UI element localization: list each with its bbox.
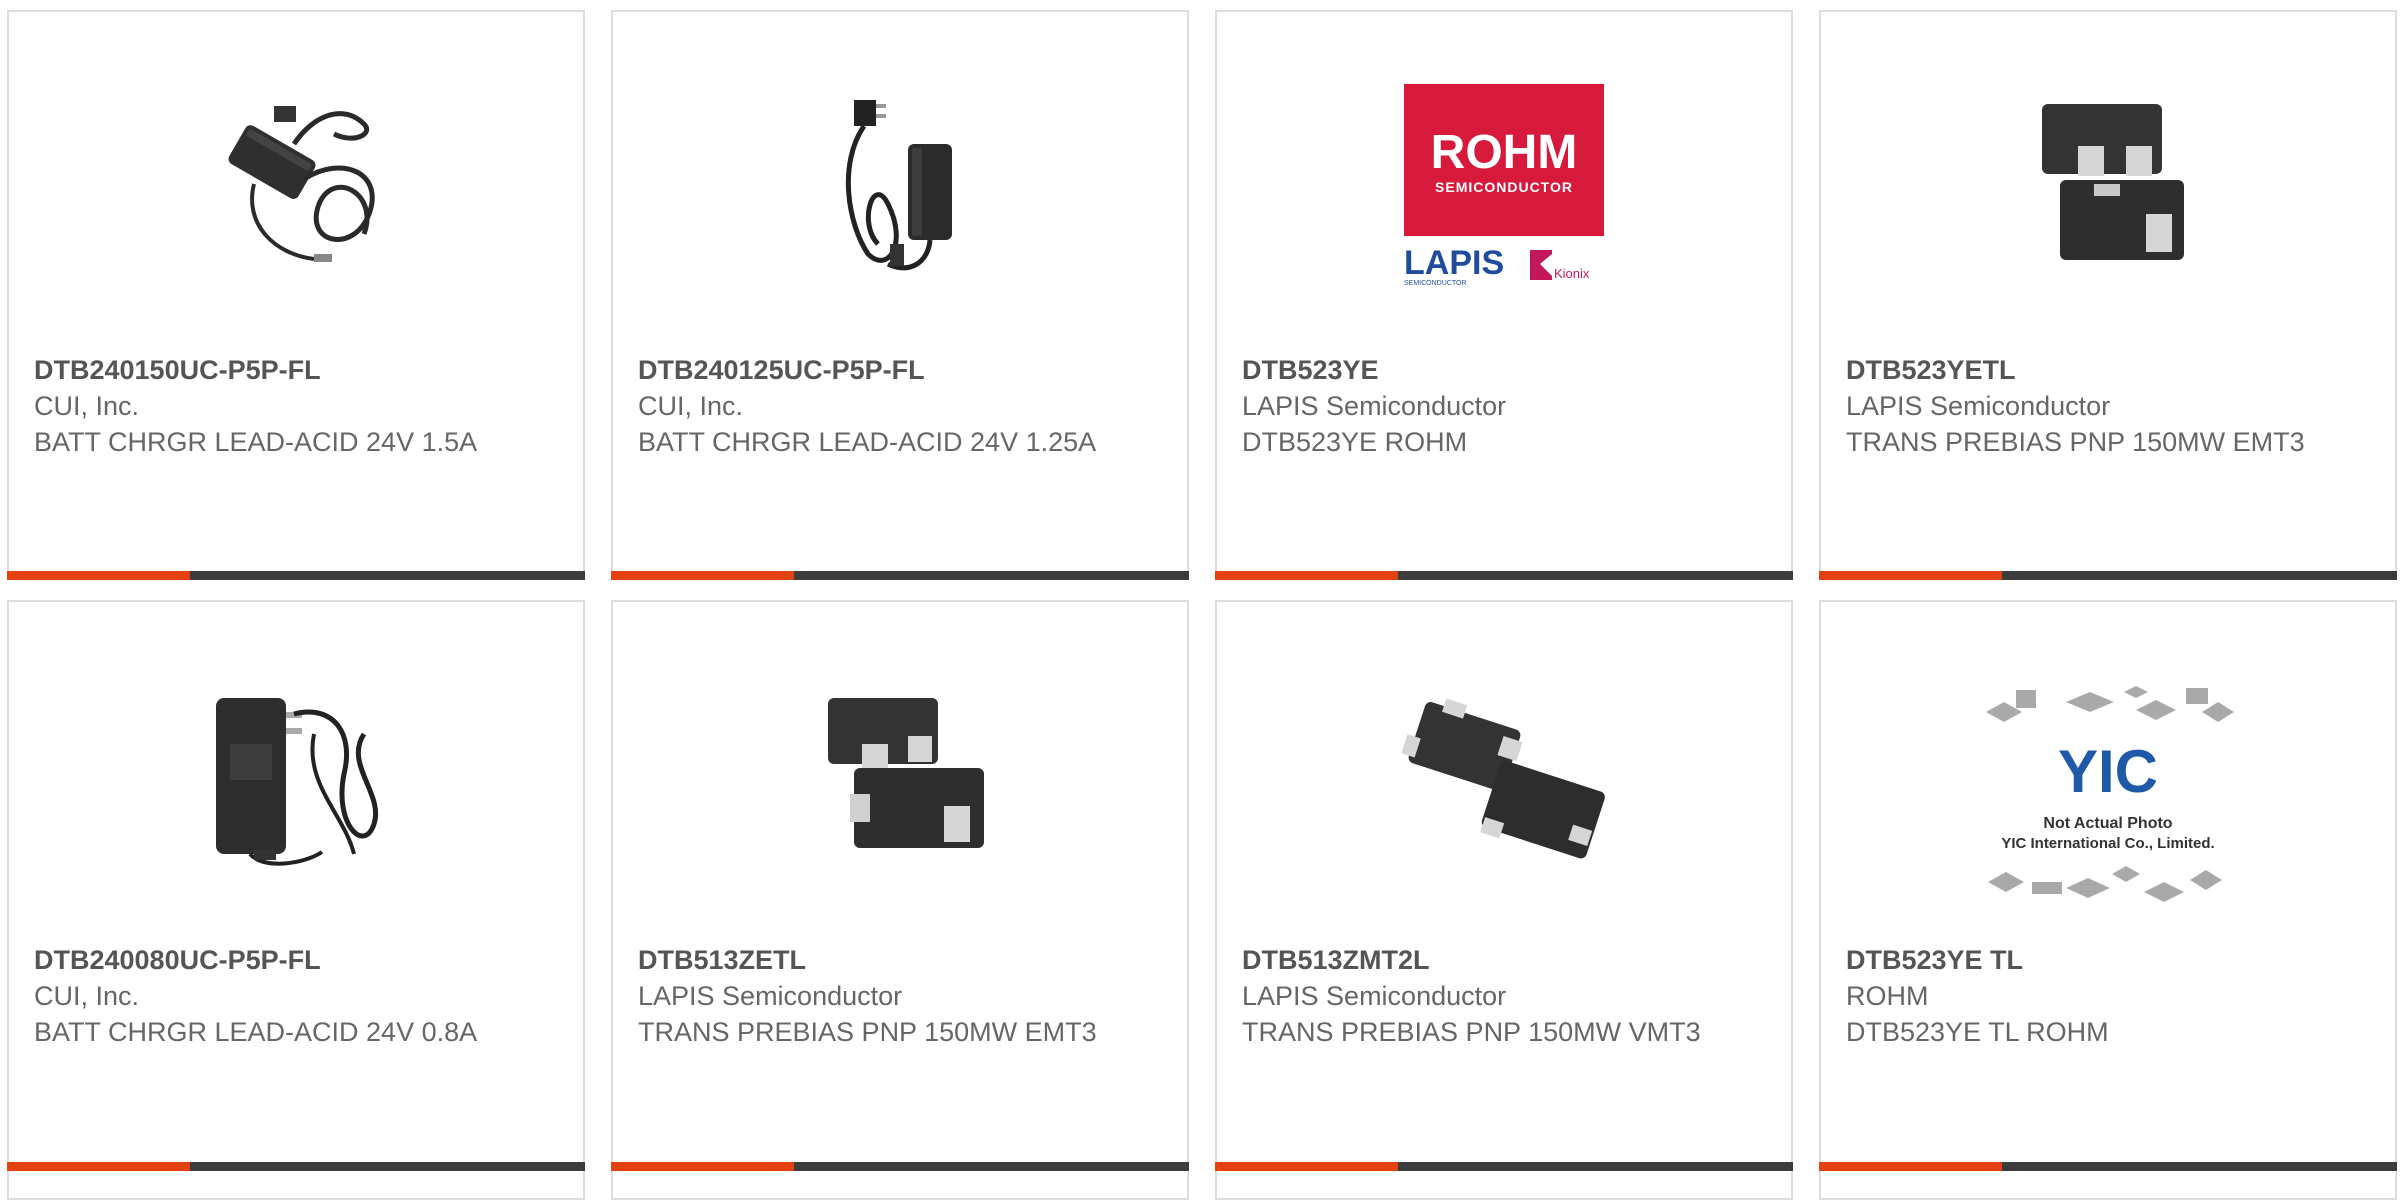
vmt-transistor-icon [1402, 674, 1606, 878]
product-grid: DTB240150UC-P5P-FL CUI, Inc. BATT CHRGR … [0, 0, 2400, 1200]
description: DTB523YE TL ROHM [1846, 1017, 2109, 1047]
svg-text:YIC: YIC [2058, 738, 2158, 805]
description: TRANS PREBIAS PNP 150MW EMT3 [638, 1017, 1097, 1047]
product-card[interactable]: DTB513ZMT2L LAPIS Semiconductor TRANS PR… [1215, 600, 1793, 1200]
description: TRANS PREBIAS PNP 150MW EMT3 [1846, 427, 2305, 457]
product-card[interactable]: DTB513ZETL LAPIS Semiconductor TRANS PRE… [611, 600, 1189, 1200]
part-number[interactable]: DTB523YETL [1846, 352, 2375, 388]
manufacturer: ROHM [1846, 981, 1929, 1011]
description: TRANS PREBIAS PNP 150MW VMT3 [1242, 1017, 1701, 1047]
description: DTB523YE ROHM [1242, 427, 1468, 457]
not-actual-photo-placeholder: YIC Not Actual Photo YIC International C… [1976, 682, 2240, 922]
sot-transistor-icon [798, 674, 1002, 878]
description: BATT CHRGR LEAD-ACID 24V 1.25A [638, 427, 1097, 457]
product-image [2006, 84, 2210, 288]
product-card[interactable]: DTB240150UC-P5P-FL CUI, Inc. BATT CHRGR … [7, 10, 585, 580]
power-adapter-coiled-icon [194, 84, 398, 288]
manufacturer: CUI, Inc. [34, 981, 140, 1011]
svg-text:YIC International Co., Limited: YIC International Co., Limited. [2001, 835, 2214, 852]
part-number[interactable]: DTB240080UC-P5P-FL [34, 942, 563, 978]
product-image [1402, 674, 1606, 878]
manufacturer: LAPIS Semiconductor [1242, 981, 1507, 1011]
product-card[interactable]: DTB240125UC-P5P-FL CUI, Inc. BATT CHRGR … [611, 10, 1189, 580]
svg-text:LAPIS: LAPIS [1404, 244, 1504, 282]
product-card[interactable]: YIC Not Actual Photo YIC International C… [1819, 600, 2397, 1200]
manufacturer: LAPIS Semiconductor [1242, 391, 1507, 421]
power-adapter-plug-icon [798, 84, 1002, 288]
product-image: YIC Not Actual Photo YIC International C… [1976, 682, 2240, 922]
part-number[interactable]: DTB523YE [1242, 352, 1771, 388]
description: BATT CHRGR LEAD-ACID 24V 1.5A [34, 427, 478, 457]
rohm-lapis-logo: ROHM SEMICONDUCTOR LAPIS SEMICONDUCTOR K… [1402, 84, 1606, 288]
svg-text:ROHM: ROHM [1431, 126, 1578, 179]
part-number[interactable]: DTB240150UC-P5P-FL [34, 352, 563, 388]
product-card[interactable]: DTB523YETL LAPIS Semiconductor TRANS PRE… [1819, 10, 2397, 580]
product-card[interactable]: DTB240080UC-P5P-FL CUI, Inc. BATT CHRGR … [7, 600, 585, 1200]
description: BATT CHRGR LEAD-ACID 24V 0.8A [34, 1017, 478, 1047]
wall-adapter-icon [194, 674, 398, 878]
product-image [194, 84, 398, 288]
svg-text:SEMICONDUCTOR: SEMICONDUCTOR [1404, 280, 1466, 287]
svg-text:SEMICONDUCTOR: SEMICONDUCTOR [1435, 179, 1573, 195]
product-image [798, 84, 1002, 288]
card-bar [611, 571, 1189, 580]
card-bar [1819, 571, 2397, 580]
svg-text:Not Actual Photo: Not Actual Photo [2043, 815, 2172, 832]
card-bar [1215, 571, 1793, 580]
part-number[interactable]: DTB240125UC-P5P-FL [638, 352, 1167, 388]
manufacturer: LAPIS Semiconductor [1846, 391, 2111, 421]
product-card[interactable]: ROHM SEMICONDUCTOR LAPIS SEMICONDUCTOR K… [1215, 10, 1793, 580]
svg-text:Kionix: Kionix [1554, 266, 1590, 281]
manufacturer: LAPIS Semiconductor [638, 981, 903, 1011]
manufacturer: CUI, Inc. [638, 391, 744, 421]
part-number[interactable]: DTB513ZETL [638, 942, 1167, 978]
part-number[interactable]: DTB513ZMT2L [1242, 942, 1771, 978]
manufacturer: CUI, Inc. [34, 391, 140, 421]
card-bar [7, 571, 585, 580]
product-image: ROHM SEMICONDUCTOR LAPIS SEMICONDUCTOR K… [1402, 84, 1606, 288]
sot-transistor-icon [2006, 84, 2210, 288]
part-number[interactable]: DTB523YE TL [1846, 942, 2375, 978]
product-image [194, 674, 398, 878]
product-image [798, 674, 1002, 878]
